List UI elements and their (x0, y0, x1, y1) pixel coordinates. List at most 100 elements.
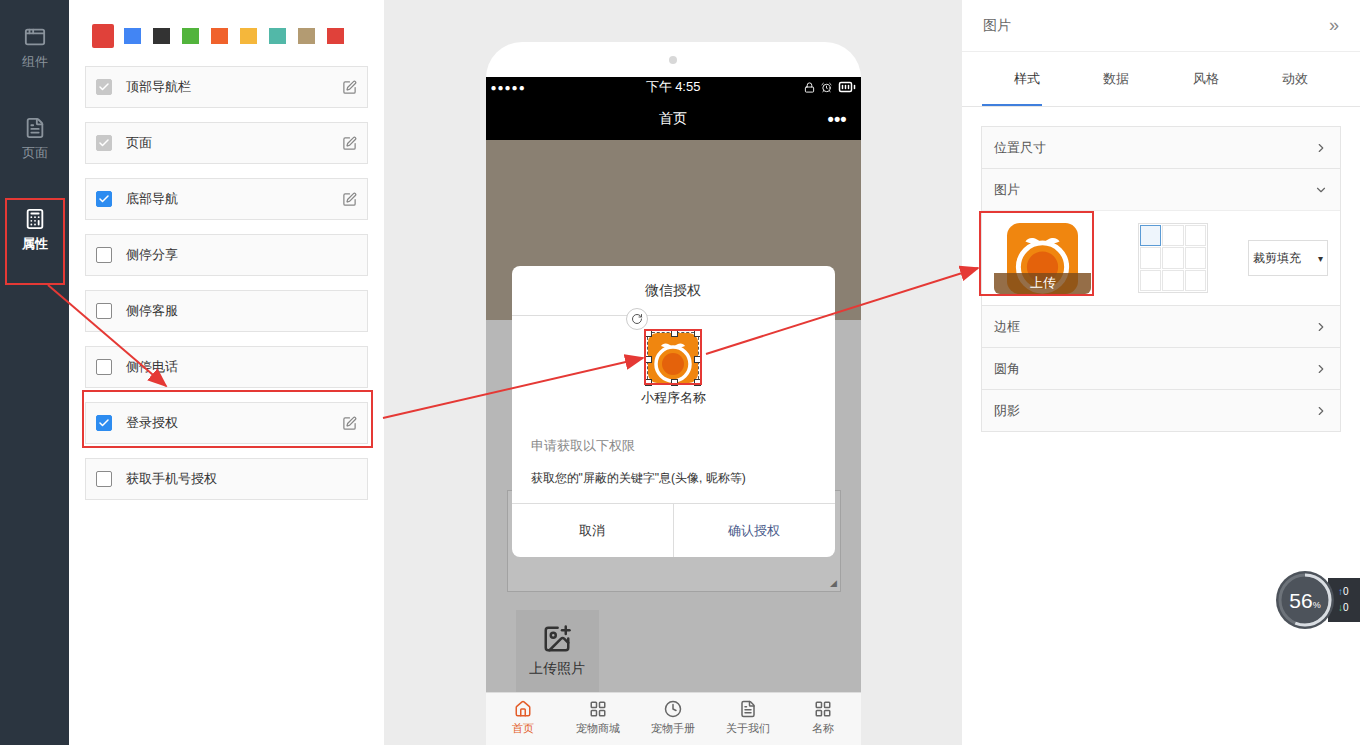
auth-dialog: 微信授权小程序名称申请获取以下权限获取您的"屏蔽的关键字"息(头像, 昵称等)取… (512, 266, 835, 557)
tab-bar-item[interactable]: 首页 (486, 693, 561, 745)
checkbox[interactable] (96, 471, 112, 487)
accordion-header[interactable]: 边框 (982, 306, 1340, 347)
accordion-header[interactable]: 图片 (982, 169, 1340, 210)
tabs: 样式数据风格动效 (962, 52, 1360, 107)
sidebar-icon (24, 208, 46, 230)
chevron-right-icon (1314, 362, 1328, 376)
resize-handle[interactable] (694, 379, 701, 386)
option-row[interactable]: 页面 (85, 122, 368, 164)
option-row[interactable]: 获取手机号授权 (85, 458, 368, 500)
tab-bar-item[interactable]: 关于我们 (711, 693, 786, 745)
resize-handle[interactable] (645, 356, 652, 363)
image-upload[interactable]: 上传 (994, 223, 1091, 294)
more-button[interactable]: ••• (807, 110, 847, 128)
resize-handle[interactable] (694, 330, 701, 337)
checkbox[interactable] (96, 191, 112, 207)
fit-select[interactable]: 裁剪填充▾ (1248, 240, 1328, 276)
collapse-button[interactable]: » (1329, 12, 1339, 39)
logo-selection[interactable] (647, 332, 699, 384)
grid-cell[interactable] (1185, 247, 1206, 268)
grid-cell[interactable] (1140, 247, 1161, 268)
grid-cell[interactable] (1140, 270, 1161, 291)
color-swatch[interactable] (296, 26, 317, 46)
option-row[interactable]: 侧停分享 (85, 234, 368, 276)
tab-icon (514, 700, 532, 718)
chevron-right-icon (1314, 320, 1328, 334)
tab-icon (814, 700, 832, 718)
tab-icon (739, 700, 757, 718)
color-swatch[interactable] (238, 26, 259, 46)
option-row[interactable]: 侧停客服 (85, 290, 368, 332)
sidebar-item[interactable]: 属性 (6, 202, 64, 258)
option-row[interactable]: 底部导航 (85, 178, 368, 220)
sidebar-icon (24, 117, 46, 139)
color-swatch[interactable] (92, 24, 114, 48)
check-icon (98, 137, 110, 149)
color-swatch[interactable] (325, 26, 346, 46)
edit-icon[interactable] (342, 80, 357, 95)
properties-panel: 图片»样式数据风格动效位置尺寸图片上传裁剪填充▾边框圆角阴影 (962, 0, 1360, 745)
check-icon (98, 417, 110, 429)
confirm-button[interactable]: 确认授权 (673, 504, 835, 557)
color-swatch[interactable] (209, 26, 230, 46)
edit-icon[interactable] (342, 192, 357, 207)
resize-handle[interactable] (671, 379, 678, 386)
cancel-button[interactable]: 取消 (512, 504, 673, 557)
edit-icon[interactable] (342, 416, 357, 431)
nav-bar: 首页••• (486, 97, 861, 140)
option-row[interactable]: 侧停电话 (85, 346, 368, 388)
grid-cell[interactable] (1185, 225, 1206, 246)
tab[interactable]: 风格 (1161, 52, 1251, 106)
resize-handle[interactable] (645, 379, 652, 386)
accordion-header[interactable]: 位置尺寸 (982, 127, 1340, 168)
sidebar-item[interactable]: 页面 (6, 111, 64, 167)
checkbox (96, 79, 112, 95)
phone: ●●●●●下午 4:55首页•••◢上传照片微信授权小程序名称申请获取以下权限获… (486, 42, 861, 745)
tab-bar-item[interactable]: 宠物商城 (561, 693, 636, 745)
color-swatch[interactable] (122, 26, 143, 46)
sidebar-item[interactable]: 组件 (6, 20, 64, 76)
accordion-header[interactable]: 圆角 (982, 348, 1340, 389)
tab[interactable]: 样式 (982, 52, 1072, 106)
chevron-down-icon (1314, 183, 1328, 197)
network-monitor[interactable]: 56%↑0↓0 (1276, 571, 1360, 629)
accordion-header[interactable]: 阴影 (982, 390, 1340, 431)
chevron-right-icon (1314, 141, 1328, 155)
checkbox[interactable] (96, 247, 112, 263)
grid-cell[interactable] (1140, 225, 1161, 246)
checkbox[interactable] (96, 415, 112, 431)
editor: 组件页面属性顶部导航栏页面底部导航侧停分享侧停客服侧停电话登录授权获取手机号授权… (0, 0, 1360, 745)
sidebar: 组件页面属性 (0, 0, 69, 745)
tab-bar-item[interactable]: 名称 (786, 693, 861, 745)
color-swatch[interactable] (151, 26, 172, 46)
grid-cell[interactable] (1185, 270, 1206, 291)
tab-bar-item[interactable]: 宠物手册 (636, 693, 711, 745)
edit-icon[interactable] (342, 136, 357, 151)
resize-handle[interactable] (694, 356, 701, 363)
option-row[interactable]: 顶部导航栏 (85, 66, 368, 108)
sidebar-icon (24, 26, 46, 48)
speaker-dot (669, 56, 677, 64)
check-icon (98, 193, 110, 205)
check-icon (98, 81, 110, 93)
tab-bar: 首页宠物商城宠物手册关于我们名称 (486, 692, 861, 745)
refresh-button[interactable] (626, 308, 648, 330)
tab[interactable]: 动效 (1251, 52, 1341, 106)
image-settings: 上传 裁剪填充▾ (982, 210, 1340, 305)
resize-handle[interactable] (671, 330, 678, 337)
grid-cell[interactable] (1162, 247, 1183, 268)
tab-icon (664, 700, 682, 718)
tab[interactable]: 数据 (1072, 52, 1162, 106)
grid-cell[interactable] (1162, 225, 1183, 246)
grid-cell[interactable] (1162, 270, 1183, 291)
battery-icon (838, 78, 856, 96)
color-swatch[interactable] (267, 26, 288, 46)
resize-handle[interactable] (645, 330, 652, 337)
option-row[interactable]: 登录授权 (85, 402, 368, 444)
color-swatch[interactable] (180, 26, 201, 46)
checkbox[interactable] (96, 303, 112, 319)
position-grid (1138, 223, 1208, 293)
checkbox[interactable] (96, 359, 112, 375)
app-logo-icon (648, 333, 698, 383)
status-bar: ●●●●●下午 4:55 (486, 77, 861, 97)
